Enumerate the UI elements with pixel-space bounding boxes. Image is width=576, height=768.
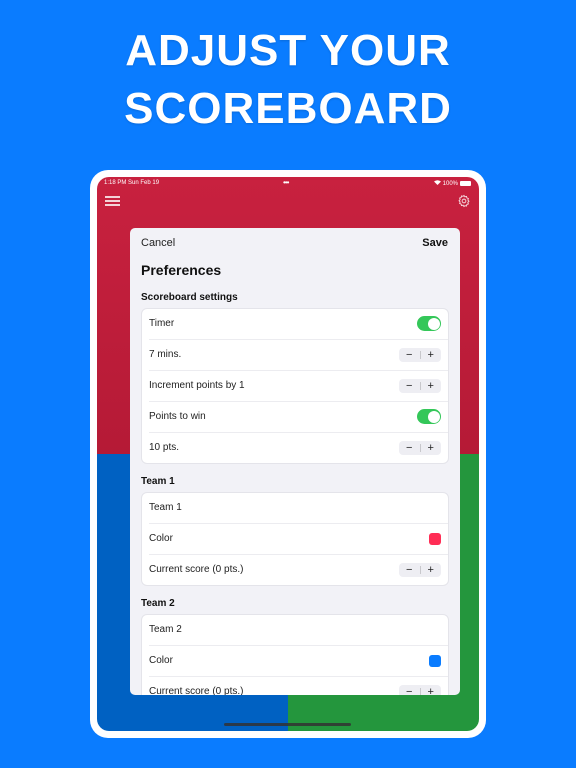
- timer-label: Timer: [149, 318, 175, 329]
- team1-score-label: Current score (0 pts.): [149, 564, 244, 575]
- team2-name-field[interactable]: Team 2: [149, 624, 182, 635]
- points-stepper: − +: [399, 441, 441, 455]
- minutes-row: 7 mins. − +: [149, 340, 448, 371]
- app-screen: 1:18 PM Sun Feb 19 ••• 100% Cancel Save …: [97, 177, 479, 731]
- minutes-stepper: − +: [399, 348, 441, 362]
- timer-row: Timer: [149, 309, 448, 340]
- team2-score-row: Current score (0 pts.) − +: [149, 677, 448, 695]
- multitasking-dots-icon[interactable]: •••: [283, 178, 289, 187]
- team2-name-row[interactable]: Team 2: [149, 615, 448, 646]
- plus-button[interactable]: +: [421, 685, 442, 695]
- minus-button[interactable]: −: [399, 563, 420, 577]
- battery-icon: [460, 181, 471, 186]
- headline-line-1: ADJUST YOUR: [125, 26, 451, 75]
- plus-button[interactable]: +: [421, 441, 442, 455]
- minutes-label: 7 mins.: [149, 349, 182, 360]
- team1-group: Team 1 Color Current score (0 pts.) − +: [141, 492, 449, 586]
- team2-color-swatch[interactable]: [429, 655, 441, 667]
- home-indicator[interactable]: [224, 723, 351, 726]
- team2-score-stepper: − +: [399, 685, 441, 695]
- minus-button[interactable]: −: [399, 441, 420, 455]
- menu-icon[interactable]: [105, 196, 120, 206]
- status-bar: 1:18 PM Sun Feb 19 ••• 100%: [97, 177, 479, 191]
- save-button[interactable]: Save: [422, 237, 448, 249]
- points-label: 10 pts.: [149, 442, 180, 453]
- team1-score-row: Current score (0 pts.) − +: [149, 555, 448, 585]
- increment-stepper: − +: [399, 379, 441, 393]
- scoreboard-settings-group: Timer 7 mins. − + Increment points by 1 −…: [141, 308, 449, 464]
- points-to-win-label: Points to win: [149, 411, 206, 422]
- team2-group: Team 2 Color Current score (0 pts.) − +: [141, 614, 449, 695]
- preferences-sheet: Cancel Save Preferences Scoreboard setti…: [130, 228, 460, 695]
- increment-row: Increment points by 1 − +: [149, 371, 448, 402]
- team1-name-field[interactable]: Team 1: [149, 502, 182, 513]
- sheet-nav-bar: Cancel Save: [130, 228, 460, 256]
- points-to-win-row: Points to win: [149, 402, 448, 433]
- section-header-team1: Team 1: [141, 476, 175, 487]
- timer-toggle[interactable]: [417, 316, 441, 331]
- battery-percent: 100%: [442, 180, 458, 187]
- wifi-icon: [433, 180, 441, 187]
- section-header-scoreboard: Scoreboard settings: [141, 292, 238, 303]
- cancel-button[interactable]: Cancel: [141, 237, 175, 249]
- plus-button[interactable]: +: [421, 379, 442, 393]
- team2-color-row: Color: [149, 646, 448, 677]
- team1-score-stepper: − +: [399, 563, 441, 577]
- points-row: 10 pts. − +: [149, 433, 448, 463]
- points-to-win-toggle[interactable]: [417, 409, 441, 424]
- minus-button[interactable]: −: [399, 379, 420, 393]
- headline-line-2: SCOREBOARD: [124, 84, 452, 133]
- team2-score-label: Current score (0 pts.): [149, 686, 244, 695]
- team1-color-swatch[interactable]: [429, 533, 441, 545]
- team1-color-row: Color: [149, 524, 448, 555]
- minus-button[interactable]: −: [399, 348, 420, 362]
- status-time: 1:18 PM Sun Feb 19: [104, 180, 160, 186]
- team2-color-label: Color: [149, 655, 173, 666]
- plus-button[interactable]: +: [421, 348, 442, 362]
- minus-button[interactable]: −: [399, 685, 420, 695]
- page-title: Preferences: [141, 262, 222, 278]
- ipad-frame: 1:18 PM Sun Feb 19 ••• 100% Cancel Save …: [90, 170, 486, 738]
- team1-color-label: Color: [149, 533, 173, 544]
- plus-button[interactable]: +: [421, 563, 442, 577]
- team1-name-row[interactable]: Team 1: [149, 493, 448, 524]
- increment-label: Increment points by 1: [149, 380, 245, 391]
- gear-icon[interactable]: [457, 194, 471, 208]
- section-header-team2: Team 2: [141, 598, 175, 609]
